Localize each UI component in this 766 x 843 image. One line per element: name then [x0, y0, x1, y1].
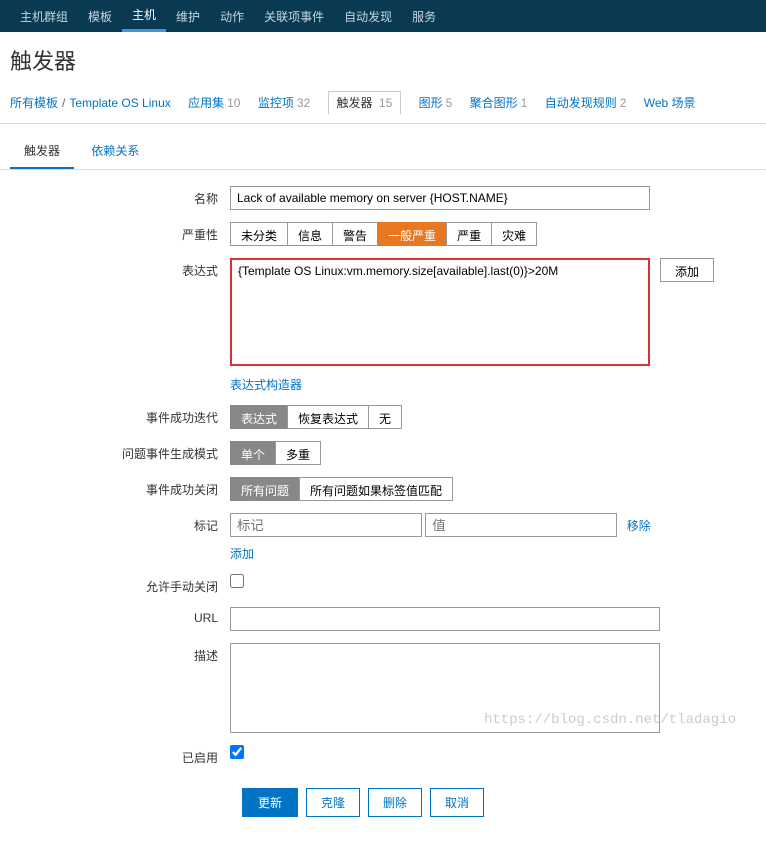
nav-services[interactable]: 服务 [402, 0, 446, 32]
label-name: 名称 [10, 186, 230, 207]
label-tags: 标记 [10, 513, 230, 534]
severity-warning[interactable]: 警告 [332, 222, 378, 246]
description-input[interactable] [230, 643, 660, 733]
severity-disaster[interactable]: 灾难 [491, 222, 537, 246]
enabled-checkbox[interactable] [230, 745, 244, 759]
top-nav: 主机群组 模板 主机 维护 动作 关联项事件 自动发现 服务 [0, 0, 766, 32]
tag-value-input[interactable] [425, 513, 617, 537]
delete-button[interactable]: 删除 [368, 788, 422, 817]
breadcrumb-all-templates[interactable]: 所有模板 [10, 96, 58, 110]
update-button[interactable]: 更新 [242, 788, 298, 817]
tab-web-scenarios[interactable]: Web 场景 [644, 96, 696, 110]
problem-event-single[interactable]: 单个 [230, 441, 276, 465]
ok-event-gen-none[interactable]: 无 [368, 405, 402, 429]
nav-correlation[interactable]: 关联项事件 [254, 0, 334, 32]
subtab-trigger[interactable]: 触发器 [10, 134, 74, 169]
label-problem-event-gen: 问题事件生成模式 [10, 441, 230, 462]
tab-applications[interactable]: 应用集 [188, 96, 224, 110]
tab-triggers[interactable]: 触发器 15 [328, 91, 402, 114]
severity-unclassified[interactable]: 未分类 [230, 222, 288, 246]
breadcrumb-template[interactable]: Template OS Linux [69, 96, 170, 110]
label-allow-manual-close: 允许手动关闭 [10, 574, 230, 595]
expression-builder-link[interactable]: 表达式构造器 [230, 378, 302, 392]
nav-discovery[interactable]: 自动发现 [334, 0, 402, 32]
nav-templates[interactable]: 模板 [78, 0, 122, 32]
subtab-dependencies[interactable]: 依赖关系 [77, 134, 153, 167]
page-title: 触发器 [0, 32, 766, 88]
label-ok-event-gen: 事件成功迭代 [10, 405, 230, 426]
clone-button[interactable]: 克隆 [306, 788, 360, 817]
breadcrumb: 所有模板/Template OS Linux 应用集10 监控项32 触发器 1… [0, 88, 766, 124]
tab-items[interactable]: 监控项 [258, 96, 294, 110]
allow-manual-close-checkbox[interactable] [230, 574, 244, 588]
name-input[interactable] [230, 186, 650, 210]
label-enabled: 已启用 [10, 745, 230, 766]
url-input[interactable] [230, 607, 660, 631]
cancel-button[interactable]: 取消 [430, 788, 484, 817]
label-ok-event-closes: 事件成功关闭 [10, 477, 230, 498]
label-expression: 表达式 [10, 258, 230, 279]
ok-event-gen-expression[interactable]: 表达式 [230, 405, 288, 429]
ok-event-gen-recovery[interactable]: 恢复表达式 [287, 405, 369, 429]
nav-maintenance[interactable]: 维护 [166, 0, 210, 32]
tag-name-input[interactable] [230, 513, 422, 537]
label-url: URL [10, 607, 230, 625]
tab-discovery-rules[interactable]: 自动发现规则 [545, 96, 617, 110]
expression-input[interactable] [230, 258, 650, 366]
tag-add-link[interactable]: 添加 [230, 545, 254, 562]
form-area: 名称 严重性 未分类 信息 警告 一般严重 严重 灾难 表达式 添加 表达式构造… [0, 170, 766, 843]
nav-actions[interactable]: 动作 [210, 0, 254, 32]
severity-info[interactable]: 信息 [287, 222, 333, 246]
nav-hostgroups[interactable]: 主机群组 [10, 0, 78, 32]
tag-remove-link[interactable]: 移除 [627, 519, 651, 533]
label-severity: 严重性 [10, 222, 230, 243]
action-bar: 更新 克隆 删除 取消 [242, 778, 756, 827]
ok-closes-tagmatch[interactable]: 所有问题如果标签值匹配 [299, 477, 453, 501]
tab-screens[interactable]: 聚合图形 [470, 96, 518, 110]
expression-add-button[interactable]: 添加 [660, 258, 714, 282]
severity-high[interactable]: 严重 [446, 222, 492, 246]
problem-event-multiple[interactable]: 多重 [275, 441, 321, 465]
label-description: 描述 [10, 643, 230, 664]
severity-average[interactable]: 一般严重 [377, 222, 447, 246]
ok-closes-all[interactable]: 所有问题 [230, 477, 300, 501]
severity-group: 未分类 信息 警告 一般严重 严重 灾难 [230, 222, 537, 246]
tab-graphs[interactable]: 图形 [419, 96, 443, 110]
sub-tabs: 触发器 依赖关系 [0, 124, 766, 170]
nav-hosts[interactable]: 主机 [122, 0, 166, 32]
